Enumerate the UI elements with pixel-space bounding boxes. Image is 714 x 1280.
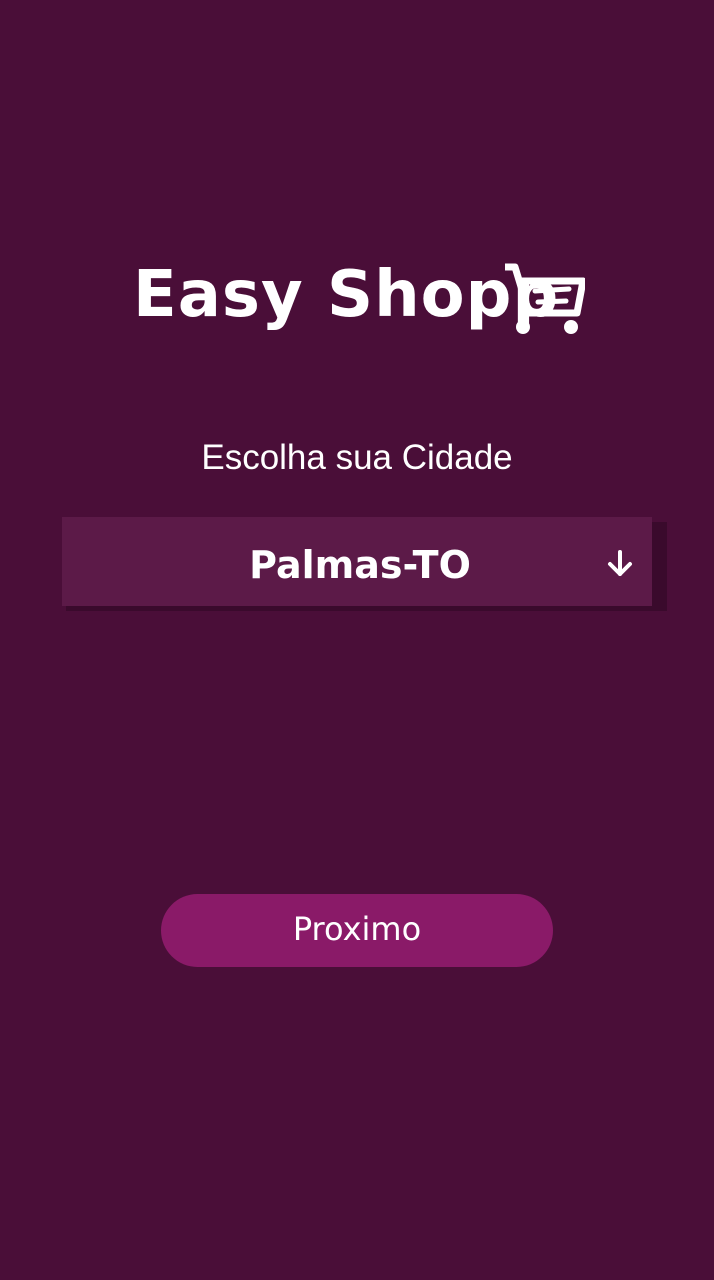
cart-icon xyxy=(505,263,585,334)
city-select-value: Palmas-TO xyxy=(249,543,471,587)
app-logo: Easy Shopp xyxy=(133,255,585,340)
logo-text: Easy Shopp xyxy=(133,258,560,332)
city-selection-screen: Easy Shopp Escolha sua Cidade Palmas-TO … xyxy=(0,0,714,1280)
city-label: Escolha sua Cidade xyxy=(201,438,513,477)
arrow-down-icon xyxy=(608,550,632,576)
next-button[interactable]: Proximo xyxy=(161,894,553,967)
city-select[interactable]: Palmas-TO xyxy=(62,517,652,606)
next-button-label: Proximo xyxy=(292,910,422,948)
